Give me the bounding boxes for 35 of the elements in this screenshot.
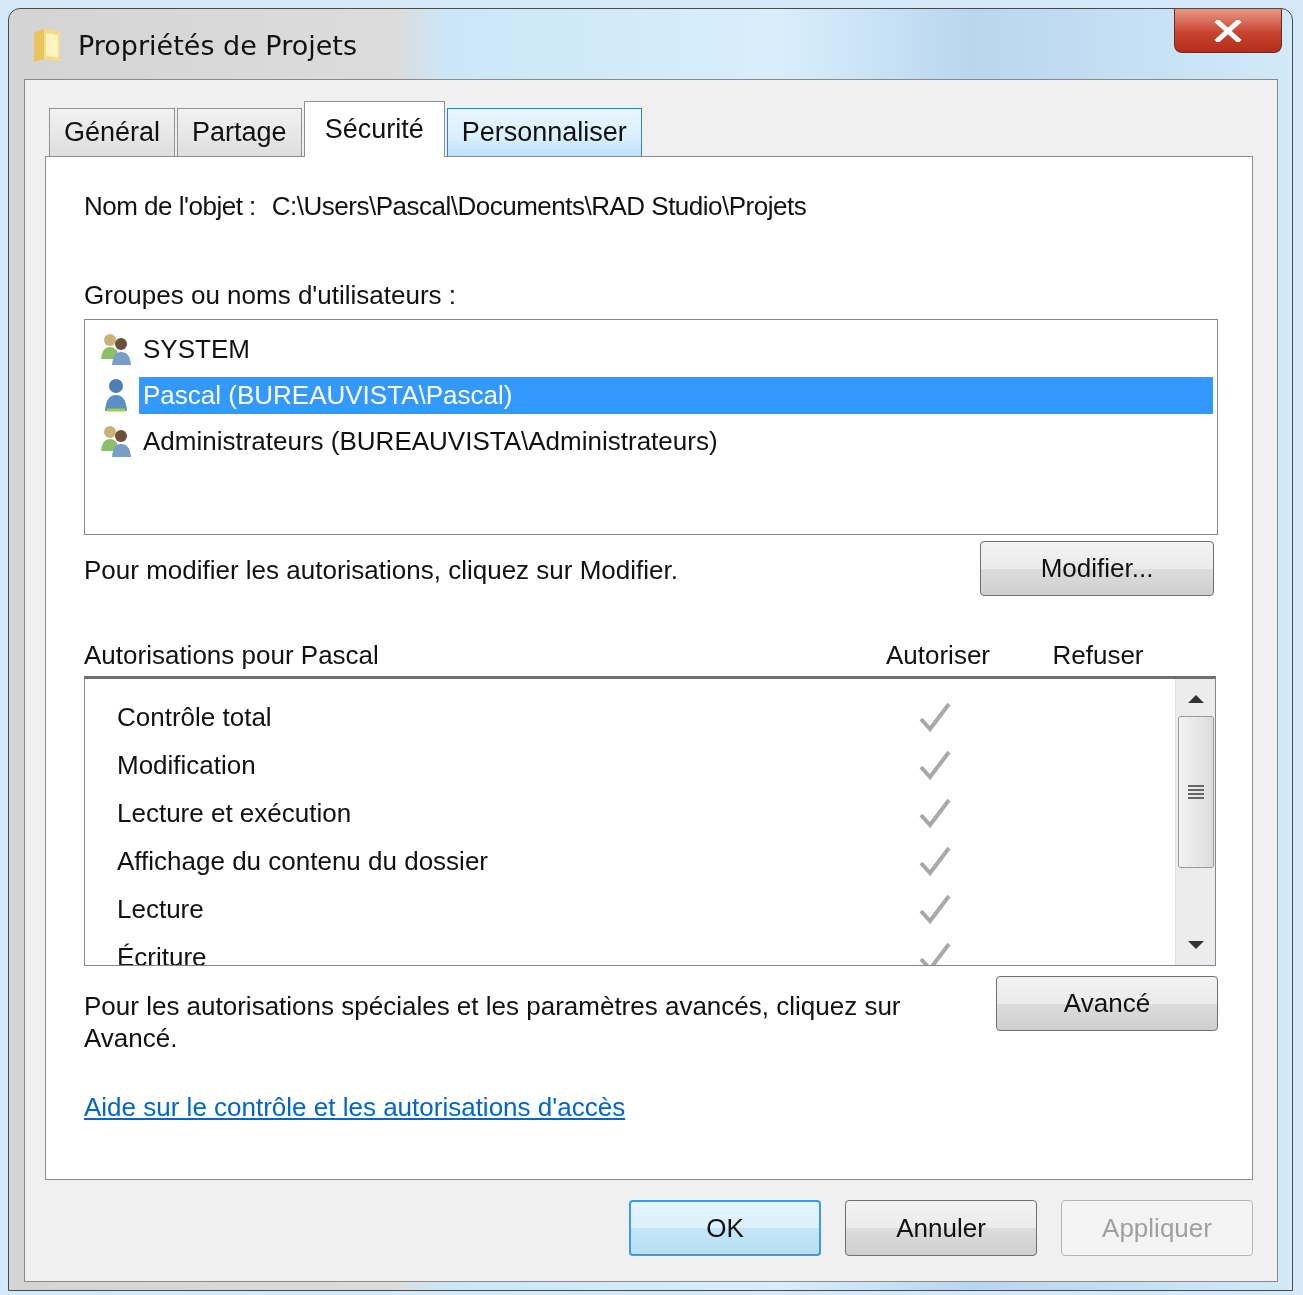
- allow-column-header: Autoriser: [884, 640, 991, 672]
- folder-icon: [32, 27, 62, 63]
- dialog-button[interactable]: Annuler: [845, 1200, 1037, 1256]
- permissions-label: Autorisations pour Pascal: [84, 640, 380, 672]
- dialog-button[interactable]: OK: [629, 1200, 821, 1256]
- object-name-label: Nom de l'objet :: [84, 191, 256, 222]
- advanced-button[interactable]: Avancé: [996, 976, 1218, 1031]
- permission-name: Écriture: [117, 941, 208, 965]
- permission-name: Contrôle total: [117, 701, 273, 733]
- tab[interactable]: Sécurité: [303, 101, 445, 157]
- object-path: C:\Users\Pascal\Documents\RAD Studio\Projets: [271, 191, 807, 222]
- users-icon: [99, 423, 133, 459]
- scrollbar[interactable]: [1175, 679, 1215, 965]
- modify-hint: Pour modifier les autorisations, cliquez sur Modifier.: [84, 555, 678, 586]
- permission-name: Lecture: [117, 893, 205, 925]
- close-button[interactable]: [1174, 9, 1282, 53]
- permission-name: Affichage du contenu du dossier: [117, 845, 489, 877]
- tab[interactable]: Personnaliser: [446, 108, 642, 156]
- window-title: Propriétés de Projets: [78, 29, 357, 61]
- help-link[interactable]: Aide sur le contrôle et les autorisations d'accès: [84, 1092, 626, 1123]
- user-list-item[interactable]: SYSTEM: [139, 330, 254, 368]
- groups-label: Groupes ou noms d'utilisateurs :: [84, 280, 458, 311]
- user-list[interactable]: SYSTEM Pascal (BUREAUVISTA\Pascal) Administrateurs (BUREAUVISTA\Administrateurs): [84, 319, 1218, 535]
- advanced-hint: Pour les autorisations spéciales et les paramètres avancés, cliquez sur Avancé.: [84, 990, 902, 1054]
- deny-column-header: Refuser: [1051, 640, 1145, 672]
- scroll-thumb[interactable]: [1177, 716, 1214, 868]
- grip-icon: [1186, 784, 1205, 800]
- permission-name: Lecture et exécution: [117, 797, 353, 829]
- user-list-item[interactable]: Administrateurs (BUREAUVISTA\Administrateurs): [139, 422, 722, 460]
- permission-name: Modification: [117, 749, 257, 781]
- tab[interactable]: Partage: [177, 108, 302, 156]
- users-icon: [99, 331, 133, 367]
- close-icon: [1214, 19, 1242, 42]
- tab[interactable]: Général: [49, 108, 176, 156]
- modify-button[interactable]: Modifier...: [980, 541, 1214, 596]
